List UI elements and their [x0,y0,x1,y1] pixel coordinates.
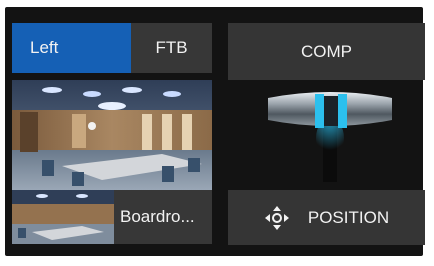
comp-button[interactable]: COMP [228,23,425,80]
move-arrows-icon [264,205,290,231]
source-thumbnail[interactable] [12,190,114,244]
t-bar-indicator-right [338,94,347,128]
t-bar-indicator-left [315,94,324,128]
ftb-button[interactable]: FTB [131,23,212,73]
left-button[interactable]: Left [12,23,131,73]
boardroom-preview-image [12,80,212,190]
source-preview-image[interactable] [12,80,212,190]
t-bar-slider[interactable] [262,86,397,182]
position-button[interactable]: POSITION [228,190,425,245]
position-label: POSITION [307,207,390,227]
boardroom-thumbnail-image [12,190,114,244]
source-name-label[interactable]: Boardro... [114,190,212,244]
